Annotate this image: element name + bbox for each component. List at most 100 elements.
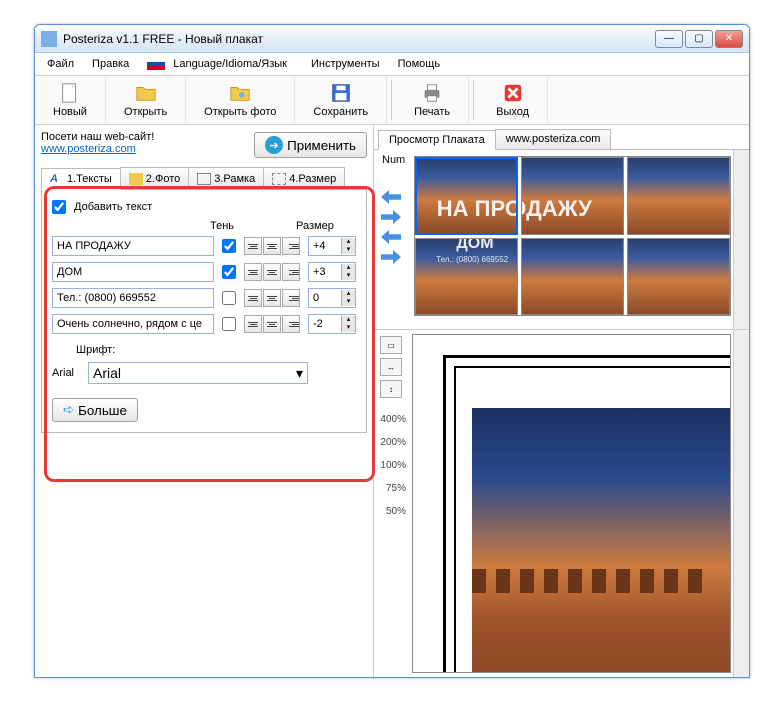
text-input-0[interactable] [52,236,214,256]
arrow-right-icon: ➔ [265,136,283,154]
arrow-left-icon[interactable] [381,190,401,204]
shadow-checkbox-0[interactable] [222,239,236,253]
titlebar[interactable]: Posteriza v1.1 FREE - Новый плакат — ▢ ✕ [35,25,749,53]
right-panel: Просмотр Плаката www.posteriza.com Num Н… [373,125,749,677]
app-window: Posteriza v1.1 FREE - Новый плакат — ▢ ✕… [34,24,750,678]
shadow-checkbox-3[interactable] [222,317,236,331]
align-center-button[interactable] [263,263,281,281]
tab-size[interactable]: 4.Размер [263,167,345,189]
align-center-button[interactable] [263,237,281,255]
exit-button[interactable]: Выход [478,76,548,124]
zoom-level-label[interactable]: 100% [380,460,406,471]
align-center-button[interactable] [263,315,281,333]
poster-tile[interactable] [627,238,730,316]
align-right-button[interactable] [282,237,300,255]
size-spinner-1[interactable]: +3▴▾ [308,262,356,282]
menu-file[interactable]: Файл [41,56,80,72]
shadow-checkbox-2[interactable] [222,291,236,305]
menu-help[interactable]: Помощь [392,56,447,72]
align-left-button[interactable] [244,263,262,281]
folder-icon [135,82,157,104]
text-icon: A [50,173,64,185]
tile-detail-preview: ▭ ↔ ↕ 400% 200% 100% 75% 50% НА П [374,330,749,677]
align-right-button[interactable] [282,315,300,333]
poster-tile[interactable]: НА ПРОДАЖУ [415,157,518,235]
arrow-right-icon: ➪ [63,402,74,418]
folder-photo-icon [229,82,251,104]
menu-edit[interactable]: Правка [86,56,135,72]
close-button[interactable]: ✕ [715,30,743,48]
zoom-level-label[interactable]: 400% [380,414,406,425]
align-right-button[interactable] [282,263,300,281]
document-icon [59,82,81,104]
text-input-2[interactable] [52,288,214,308]
more-button[interactable]: ➪ Больше [52,398,138,422]
menubar: Файл Правка Language/Idioma/Язык Инструм… [35,53,749,75]
tab-preview[interactable]: Просмотр Плаката [378,130,496,150]
resize-icon [272,173,286,185]
text-input-3[interactable] [52,314,214,334]
tab-photo[interactable]: 2.Фото [120,167,189,189]
align-left-button[interactable] [244,237,262,255]
size-spinner-3[interactable]: -2▴▾ [308,314,356,334]
poster-tile[interactable]: НА ПРОДАЖУ [521,157,624,235]
poster-grid-preview: Num НА ПРОДАЖУ НА ПРОДАЖУ НА ПРОДАЖУ ДОМ [374,150,749,330]
add-text-checkbox[interactable] [52,200,66,214]
poster-tile[interactable]: ДОМ Тел.: (0800) 669552 [521,238,624,316]
zoom-controls: ▭ ↔ ↕ 400% 200% 100% 75% 50% [374,330,408,677]
shadow-checkbox-1[interactable] [222,265,236,279]
zoom-level-label[interactable]: 50% [386,506,406,517]
zoom-level-label[interactable]: 200% [380,437,406,448]
maximize-button[interactable]: ▢ [685,30,713,48]
apply-button[interactable]: ➔ Применить [254,132,367,158]
scrollbar-vertical[interactable] [733,150,749,329]
poster-tile[interactable]: ДОМ Тел.: (0800) 669552 [415,238,518,316]
align-left-button[interactable] [244,289,262,307]
printer-icon [421,82,443,104]
nav-arrows [374,150,408,329]
font-label: Шрифт: [76,344,115,356]
tab-texts[interactable]: A1.Тексты [41,168,121,190]
tab-border[interactable]: 3.Рамка [188,167,264,189]
website-link: Посети наш web-сайт! www.posteriza.com [41,131,154,155]
poster-tile[interactable]: НА ПРОДАЖУ [627,157,730,235]
toolbar: Новый Открыть Открыть фото Сохранить Печ… [35,75,749,125]
font-small-label: Arial [52,367,88,379]
menu-lang[interactable]: Language/Idioma/Язык [141,56,299,72]
size-spinner-2[interactable]: 0▴▾ [308,288,356,308]
num-label: Num [382,154,405,166]
frame-icon [197,173,211,185]
zoom-fit-button[interactable]: ▭ [380,336,402,354]
zoom-in-button[interactable]: ↔ [380,358,402,376]
poster-text-fragment: НА П [631,667,731,673]
print-button[interactable]: Печать [396,76,469,124]
arrow-right-icon[interactable] [381,210,401,224]
photo-icon [129,173,143,185]
arrow-right-icon[interactable] [381,250,401,264]
size-header: Размер [296,220,334,232]
open-button[interactable]: Открыть [106,76,186,124]
add-text-label: Добавить текст [74,201,152,213]
zoom-level-label[interactable]: 75% [386,483,406,494]
scrollbar-vertical[interactable] [733,330,749,677]
exit-icon [502,82,524,104]
font-select[interactable]: Arial▾ [88,362,308,384]
texts-panel: Добавить текст Тень Размер +4▴▾ +3▴▾ [41,190,367,433]
zoom-out-button[interactable]: ↕ [380,380,402,398]
arrow-left-icon[interactable] [381,230,401,244]
app-icon [41,31,57,47]
detail-canvas[interactable]: НА П [412,334,731,673]
open-photo-button[interactable]: Открыть фото [186,76,295,124]
size-spinner-0[interactable]: +4▴▾ [308,236,356,256]
save-button[interactable]: Сохранить [295,76,387,124]
menu-tools[interactable]: Инструменты [305,56,386,72]
flag-icon [147,58,165,70]
text-input-1[interactable] [52,262,214,282]
minimize-button[interactable]: — [655,30,683,48]
align-center-button[interactable] [263,289,281,307]
align-left-button[interactable] [244,315,262,333]
tab-website[interactable]: www.posteriza.com [495,129,612,149]
url-link[interactable]: www.posteriza.com [41,143,136,155]
align-right-button[interactable] [282,289,300,307]
new-button[interactable]: Новый [35,76,106,124]
